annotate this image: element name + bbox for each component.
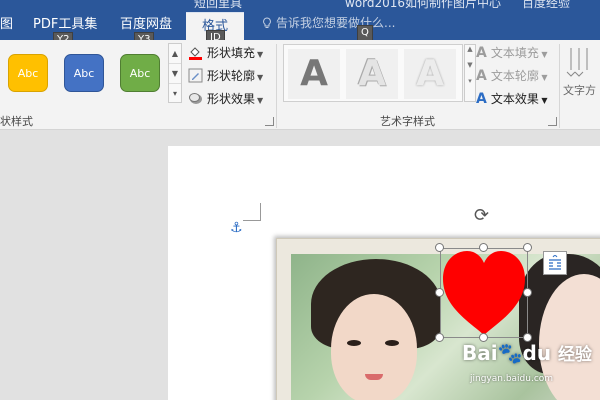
shape-fill-button[interactable]: 形状填充 ▼: [188, 44, 263, 61]
margin-corner-mark: [243, 203, 261, 221]
text-outline-icon: A: [476, 68, 487, 84]
group-label-shape-styles: 状样式: [0, 115, 33, 128]
shape-outline-label: 形状轮廓: [207, 69, 256, 83]
watermark-brand: Bai: [462, 341, 498, 365]
chevron-down-icon: ▼: [538, 73, 548, 82]
text-outline-label: 文本轮廓: [490, 69, 539, 83]
text-fill-icon: A: [476, 45, 487, 61]
gallery-more-icon[interactable]: ▾: [169, 84, 181, 104]
wordart-sample-2[interactable]: A: [346, 49, 398, 99]
text-fill-label: 文本填充: [490, 46, 539, 60]
text-direction-icon: [566, 48, 588, 77]
text-fill-button[interactable]: A 文本填充 ▼: [476, 44, 548, 61]
wordart-gallery-scroll[interactable]: ▲ ▼ ▾: [464, 44, 476, 102]
watermark-url: jingyan.baidu.com: [470, 374, 554, 384]
chevron-down-icon: ▼: [257, 50, 264, 59]
layout-options-icon: [549, 255, 561, 270]
titlebar-partial-left: 短回里具: [194, 0, 243, 10]
photo-eye: [347, 340, 361, 346]
titlebar-partial-title: word2016如何制作图片中心: [345, 0, 502, 10]
gallery-down-icon[interactable]: ▼: [169, 64, 181, 84]
resize-handle[interactable]: [435, 288, 444, 297]
wordart-gallery: A A A: [283, 44, 463, 102]
chevron-down-icon: ▼: [257, 73, 264, 82]
shape-outline-button[interactable]: 形状轮廓 ▼: [188, 67, 263, 84]
ribbon-separator: [276, 44, 277, 128]
chevron-down-icon: ▼: [538, 50, 548, 59]
dialog-launcher-icon[interactable]: [548, 117, 557, 126]
watermark-suffix: 经验: [558, 345, 593, 365]
photo-lips: [365, 374, 383, 380]
ribbon-separator: [559, 44, 560, 128]
keytip-tell-me: Q: [357, 25, 373, 41]
dialog-launcher-icon[interactable]: [265, 117, 274, 126]
gallery-up-icon[interactable]: ▲: [169, 44, 181, 64]
rotate-handle-icon[interactable]: ⟳: [474, 205, 489, 226]
paw-icon: 🐾: [497, 341, 523, 365]
anchor-icon: ⚓: [230, 220, 243, 236]
selection-box: [440, 248, 528, 338]
layout-options-button[interactable]: [543, 251, 567, 275]
photo-eye: [385, 340, 399, 346]
shape-style-swatch-blue[interactable]: Abc: [64, 54, 104, 92]
paint-bucket-icon: [189, 47, 202, 60]
baidu-jingyan-watermark: Bai🐾du 经验: [462, 340, 592, 365]
lightbulb-icon: [263, 17, 271, 28]
tell-me-placeholder: 告诉我您想要做什么...: [276, 16, 396, 30]
resize-handle[interactable]: [435, 243, 444, 252]
resize-handle[interactable]: [435, 333, 444, 342]
shape-fill-label: 形状填充: [207, 46, 256, 60]
group-label-wordart-styles: 艺术字样式: [380, 115, 435, 128]
text-effects-button[interactable]: A 文本效果 ▼: [476, 90, 548, 107]
titlebar-partial-far: 百度经验: [522, 0, 571, 10]
tab-view[interactable]: 图: [0, 13, 13, 32]
shape-effects-icon: [189, 93, 202, 104]
wordart-sample-3[interactable]: A: [404, 49, 456, 99]
text-effects-icon: A: [476, 91, 487, 107]
text-direction-button[interactable]: 文字方: [563, 44, 600, 124]
ribbon-format: Abc Abc Abc ▲ ▼ ▾ 形状填充 ▼ 形状轮廓 ▼ 形状效果 ▼ 状样式 …: [0, 40, 600, 130]
shape-styles-gallery-scroll[interactable]: ▲ ▼ ▾: [168, 43, 182, 103]
text-direction-label: 文字方: [563, 84, 596, 97]
tell-me-search[interactable]: 告诉我您想要做什么...: [262, 14, 395, 31]
tab-baidu-netdisk[interactable]: 百度网盘: [120, 13, 172, 32]
wordart-sample-1[interactable]: A: [288, 49, 340, 99]
shape-effects-button[interactable]: 形状效果 ▼: [188, 90, 263, 107]
chevron-down-icon: ▼: [538, 96, 548, 105]
text-outline-button[interactable]: A 文本轮廓 ▼: [476, 67, 548, 84]
shape-style-swatch-green[interactable]: Abc: [120, 54, 160, 92]
chevron-down-icon: ▼: [257, 96, 264, 105]
ribbon-tab-bar: 短回里具 word2016如何制作图片中心 百度经验 图 PDF工具集 百度网盘…: [0, 0, 600, 40]
resize-handle[interactable]: [523, 288, 532, 297]
resize-handle[interactable]: [523, 243, 532, 252]
pencil-outline-icon: [188, 68, 203, 83]
text-effects-label: 文本效果: [490, 92, 539, 106]
photo-face-left: [331, 294, 417, 400]
shape-effects-label: 形状效果: [207, 92, 256, 106]
tab-pdf-tools[interactable]: PDF工具集: [33, 13, 97, 32]
watermark-brand-2: du: [522, 341, 552, 365]
shape-style-swatch-orange[interactable]: Abc: [8, 54, 48, 92]
resize-handle[interactable]: [479, 243, 488, 252]
